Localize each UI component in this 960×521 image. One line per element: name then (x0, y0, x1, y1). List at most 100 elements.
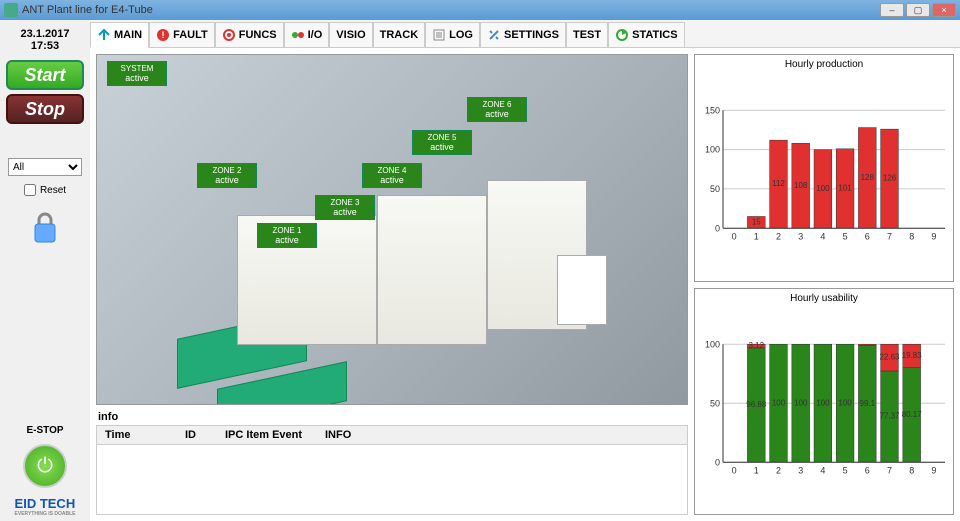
svg-text:8: 8 (909, 231, 914, 241)
logo-text: EID TECH (15, 496, 76, 511)
svg-text:9: 9 (931, 231, 936, 241)
time-text: 17:53 (21, 40, 70, 52)
svg-text:7: 7 (887, 231, 892, 241)
svg-text:7: 7 (887, 465, 892, 475)
date-text: 23.1.2017 (21, 28, 70, 40)
zone-4[interactable]: ZONE 4active (362, 163, 422, 188)
col-time: Time (97, 426, 177, 444)
zone-6[interactable]: ZONE 6active (467, 97, 527, 122)
window-title: ANT Plant line for E4-Tube (22, 4, 880, 16)
svg-text:101: 101 (838, 184, 852, 193)
chart-production-title: Hourly production (699, 59, 949, 70)
svg-text:1: 1 (754, 465, 759, 475)
unit-2 (377, 195, 487, 345)
estop-button[interactable]: ⏻ (23, 444, 67, 488)
svg-text:0: 0 (732, 465, 737, 475)
info-title: info (96, 409, 688, 425)
svg-text:50: 50 (710, 184, 720, 194)
svg-text:5: 5 (843, 231, 848, 241)
tab-test[interactable]: TEST (566, 22, 608, 47)
svg-text:19.83: 19.83 (902, 350, 923, 359)
tab-statics[interactable]: STATICS (608, 22, 684, 47)
svg-text:96.88: 96.88 (746, 400, 767, 409)
tab-log[interactable]: LOG (425, 22, 480, 47)
tab-main[interactable]: MAIN (90, 22, 149, 48)
sidebar: 23.1.2017 17:53 Start Stop All Reset E-S… (0, 20, 90, 521)
zone-1[interactable]: ZONE 1active (257, 223, 317, 248)
tab-track[interactable]: TRACK (373, 22, 426, 47)
maximize-button[interactable]: ▢ (906, 3, 930, 17)
reset-label: Reset (40, 185, 66, 196)
machine-3d (177, 175, 617, 395)
io-icon (291, 28, 305, 42)
svg-text:100: 100 (794, 398, 808, 407)
start-button[interactable]: Start (6, 60, 84, 90)
tab-fault[interactable]: !FAULT (149, 22, 215, 47)
reset-row[interactable]: Reset (24, 184, 66, 196)
minimize-button[interactable]: – (880, 3, 904, 17)
svg-text:22.63: 22.63 (879, 352, 900, 361)
svg-text:0: 0 (732, 231, 737, 241)
svg-text:15: 15 (752, 217, 761, 226)
close-button[interactable]: × (932, 3, 956, 17)
info-panel: info Time ID IPC Item Event INFO (96, 409, 688, 515)
svg-text:100: 100 (816, 398, 830, 407)
settings-icon (487, 28, 501, 42)
svg-text:3: 3 (798, 465, 803, 475)
main-icon (97, 28, 111, 42)
zone-system[interactable]: SYSTEM active (107, 61, 167, 86)
app-icon (4, 3, 18, 17)
reset-checkbox[interactable] (24, 184, 36, 196)
lock-icon[interactable] (29, 210, 61, 246)
logo-subtext: EVERYTHING IS DOABLE (15, 511, 76, 517)
svg-text:8: 8 (909, 465, 914, 475)
tab-funcs[interactable]: FUNCS (215, 22, 284, 47)
info-table: Time ID IPC Item Event INFO (96, 425, 688, 515)
svg-text:6: 6 (865, 465, 870, 475)
tab-bar: MAIN !FAULT FUNCS I/O VISIO TRACK LOG SE… (90, 20, 960, 48)
funcs-icon (222, 28, 236, 42)
svg-text:100: 100 (816, 184, 830, 193)
svg-text:100: 100 (838, 398, 852, 407)
chart-usability: Hourly usability 05010096.883.1210010010… (694, 288, 954, 516)
svg-text:5: 5 (843, 465, 848, 475)
svg-text:0: 0 (715, 457, 720, 467)
svg-text:3.12: 3.12 (749, 341, 765, 350)
log-icon (432, 28, 446, 42)
datetime: 23.1.2017 17:53 (17, 24, 74, 56)
svg-text:9: 9 (931, 465, 936, 475)
svg-text:1: 1 (754, 231, 759, 241)
unit-4 (557, 255, 607, 325)
logo: EID TECH EVERYTHING IS DOABLE (15, 496, 76, 517)
col-id: ID (177, 426, 217, 444)
estop-label: E-STOP (26, 425, 63, 436)
svg-text:150: 150 (705, 105, 720, 115)
chart-usability-title: Hourly usability (699, 293, 949, 304)
zone-3[interactable]: ZONE 3active (315, 195, 375, 220)
svg-text:100: 100 (705, 145, 720, 155)
svg-text:128: 128 (861, 173, 875, 182)
col-ipc: IPC Item Event (217, 426, 317, 444)
svg-text:2: 2 (776, 231, 781, 241)
tab-settings[interactable]: SETTINGS (480, 22, 566, 47)
svg-text:2: 2 (776, 465, 781, 475)
fault-icon: ! (156, 28, 170, 42)
filter-dropdown[interactable]: All (8, 158, 82, 176)
chart-production: Hourly production 0501001501511210810010… (694, 54, 954, 282)
tab-visio[interactable]: VISIO (329, 22, 372, 47)
window-titlebar: ANT Plant line for E4-Tube – ▢ × (0, 0, 960, 20)
svg-text:80.17: 80.17 (902, 409, 923, 418)
svg-text:100: 100 (772, 398, 786, 407)
svg-text:4: 4 (820, 465, 825, 475)
plant-view: SYSTEM active ZONE 2active ZONE 1active … (96, 54, 688, 405)
svg-text:77.37: 77.37 (879, 411, 900, 420)
svg-text:0: 0 (715, 223, 720, 233)
zone-5[interactable]: ZONE 5active (412, 130, 472, 155)
zone-2[interactable]: ZONE 2active (197, 163, 257, 188)
svg-text:126: 126 (883, 174, 897, 183)
svg-text:6: 6 (865, 231, 870, 241)
col-info: INFO (317, 426, 687, 444)
stop-button[interactable]: Stop (6, 94, 84, 124)
svg-text:4: 4 (820, 231, 825, 241)
tab-io[interactable]: I/O (284, 22, 330, 47)
